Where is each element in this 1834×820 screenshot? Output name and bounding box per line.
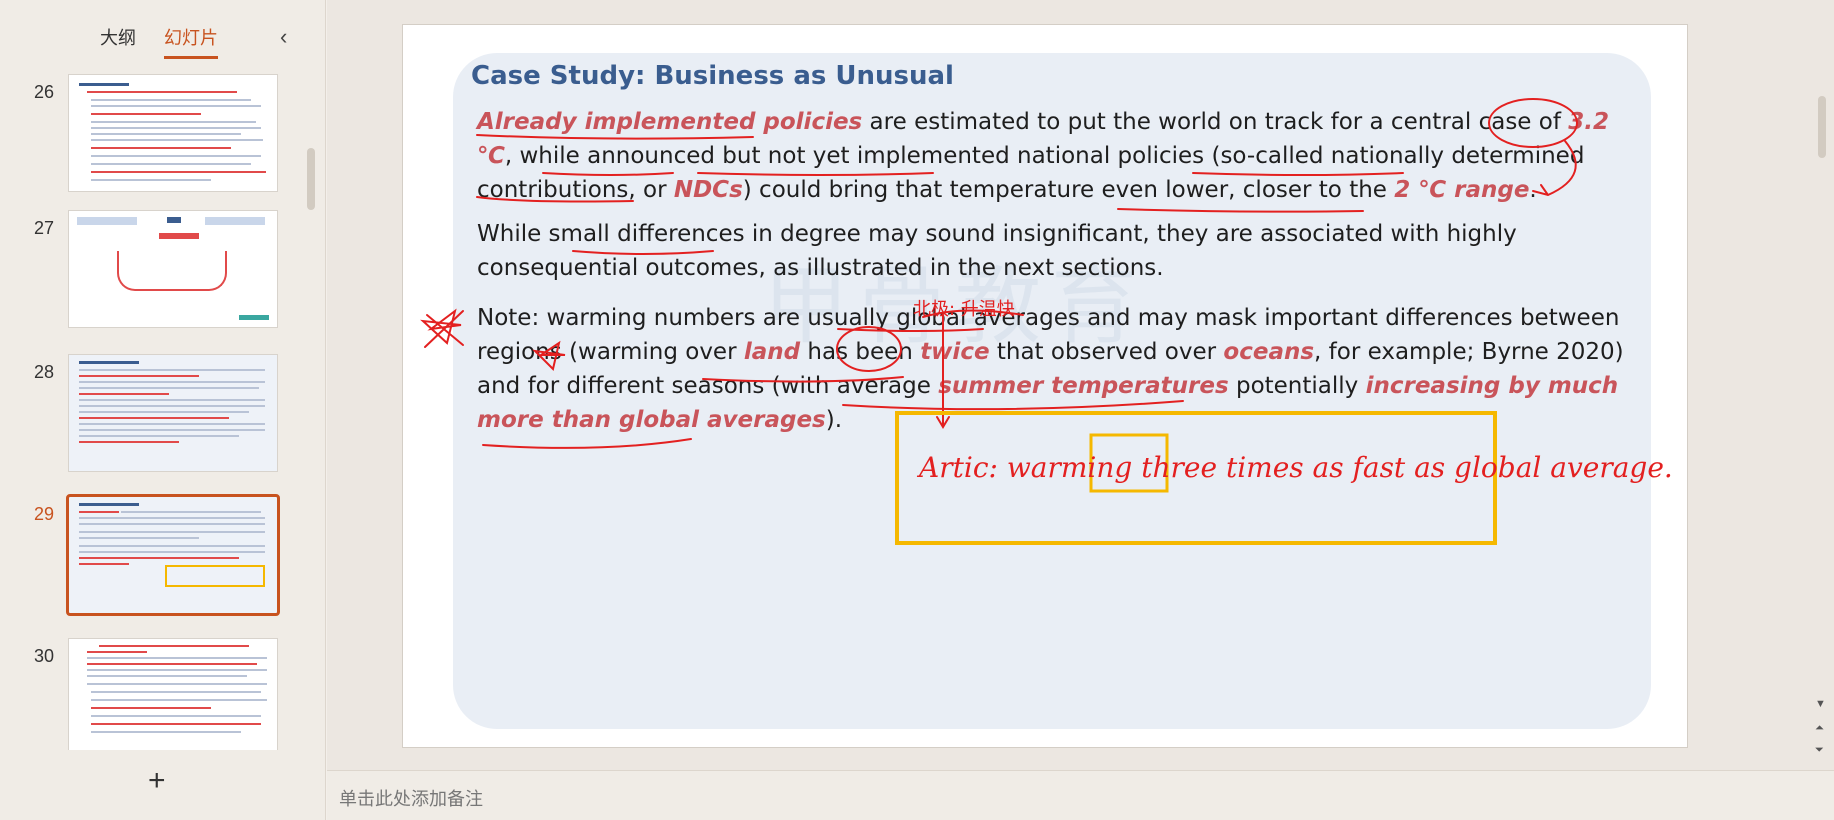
slide-thumbnail-row[interactable]: 28 (0, 354, 300, 474)
slide-thumbnail-row[interactable]: 26 (0, 74, 300, 194)
slide-canvas[interactable]: 甲骨教育 Case Study: Business as Unusual Alr… (402, 24, 1688, 748)
slide-number: 26 (33, 82, 55, 102)
slide-number: 29 (33, 504, 55, 524)
paragraph-note[interactable]: Note: warming numbers are usually global… (477, 301, 1627, 437)
previous-slide-icon[interactable]: ⏶ (1815, 722, 1824, 735)
chevron-left-icon[interactable]: ‹ (280, 24, 287, 50)
slide-number: 27 (33, 218, 55, 238)
slide-editor: 甲骨教育 Case Study: Business as Unusual Alr… (327, 0, 1834, 770)
slide-thumbnail-row[interactable]: 27 (0, 210, 300, 330)
tab-outline[interactable]: 大纲 (100, 24, 136, 59)
slide-panel: 大纲 幻灯片 ‹ 26 27 28 29 30 + (0, 0, 326, 820)
panel-tabs: 大纲 幻灯片 (100, 24, 218, 59)
slide-thumbnail-row[interactable]: 30 (0, 638, 300, 750)
tab-slides[interactable]: 幻灯片 (164, 24, 218, 59)
scroll-down-icon[interactable]: ▼ (1815, 698, 1826, 710)
scroll-thumb[interactable] (1818, 96, 1826, 158)
add-slide-button[interactable]: + (148, 764, 166, 798)
slide-number: 30 (33, 646, 55, 666)
slide-thumbnail-row[interactable]: 29 (0, 494, 300, 616)
paragraph-differences[interactable]: While small differences in degree may so… (477, 217, 1627, 285)
next-slide-icon[interactable]: ⏷ (1815, 744, 1824, 757)
paragraph-policies[interactable]: Already implemented policies are estimat… (477, 105, 1627, 207)
slide-title[interactable]: Case Study: Business as Unusual (471, 61, 954, 91)
slide-thumbnail[interactable] (68, 74, 278, 192)
slide-thumbnail[interactable] (68, 354, 278, 472)
slide-thumbnail[interactable] (68, 638, 278, 750)
notes-placeholder[interactable]: 单击此处添加备注 (339, 785, 483, 811)
slide-thumbnail[interactable] (68, 210, 278, 328)
slide-number: 28 (33, 362, 55, 382)
slide-thumbnail-active[interactable] (66, 494, 280, 616)
vertical-scrollbar[interactable]: ▼ ⏶ ⏷ (1812, 0, 1834, 770)
notes-pane[interactable]: 单击此处添加备注 (327, 770, 1834, 820)
thumbnail-scrollbar[interactable] (307, 148, 315, 210)
slide-thumbnail-list[interactable]: 26 27 28 29 30 (0, 70, 300, 750)
